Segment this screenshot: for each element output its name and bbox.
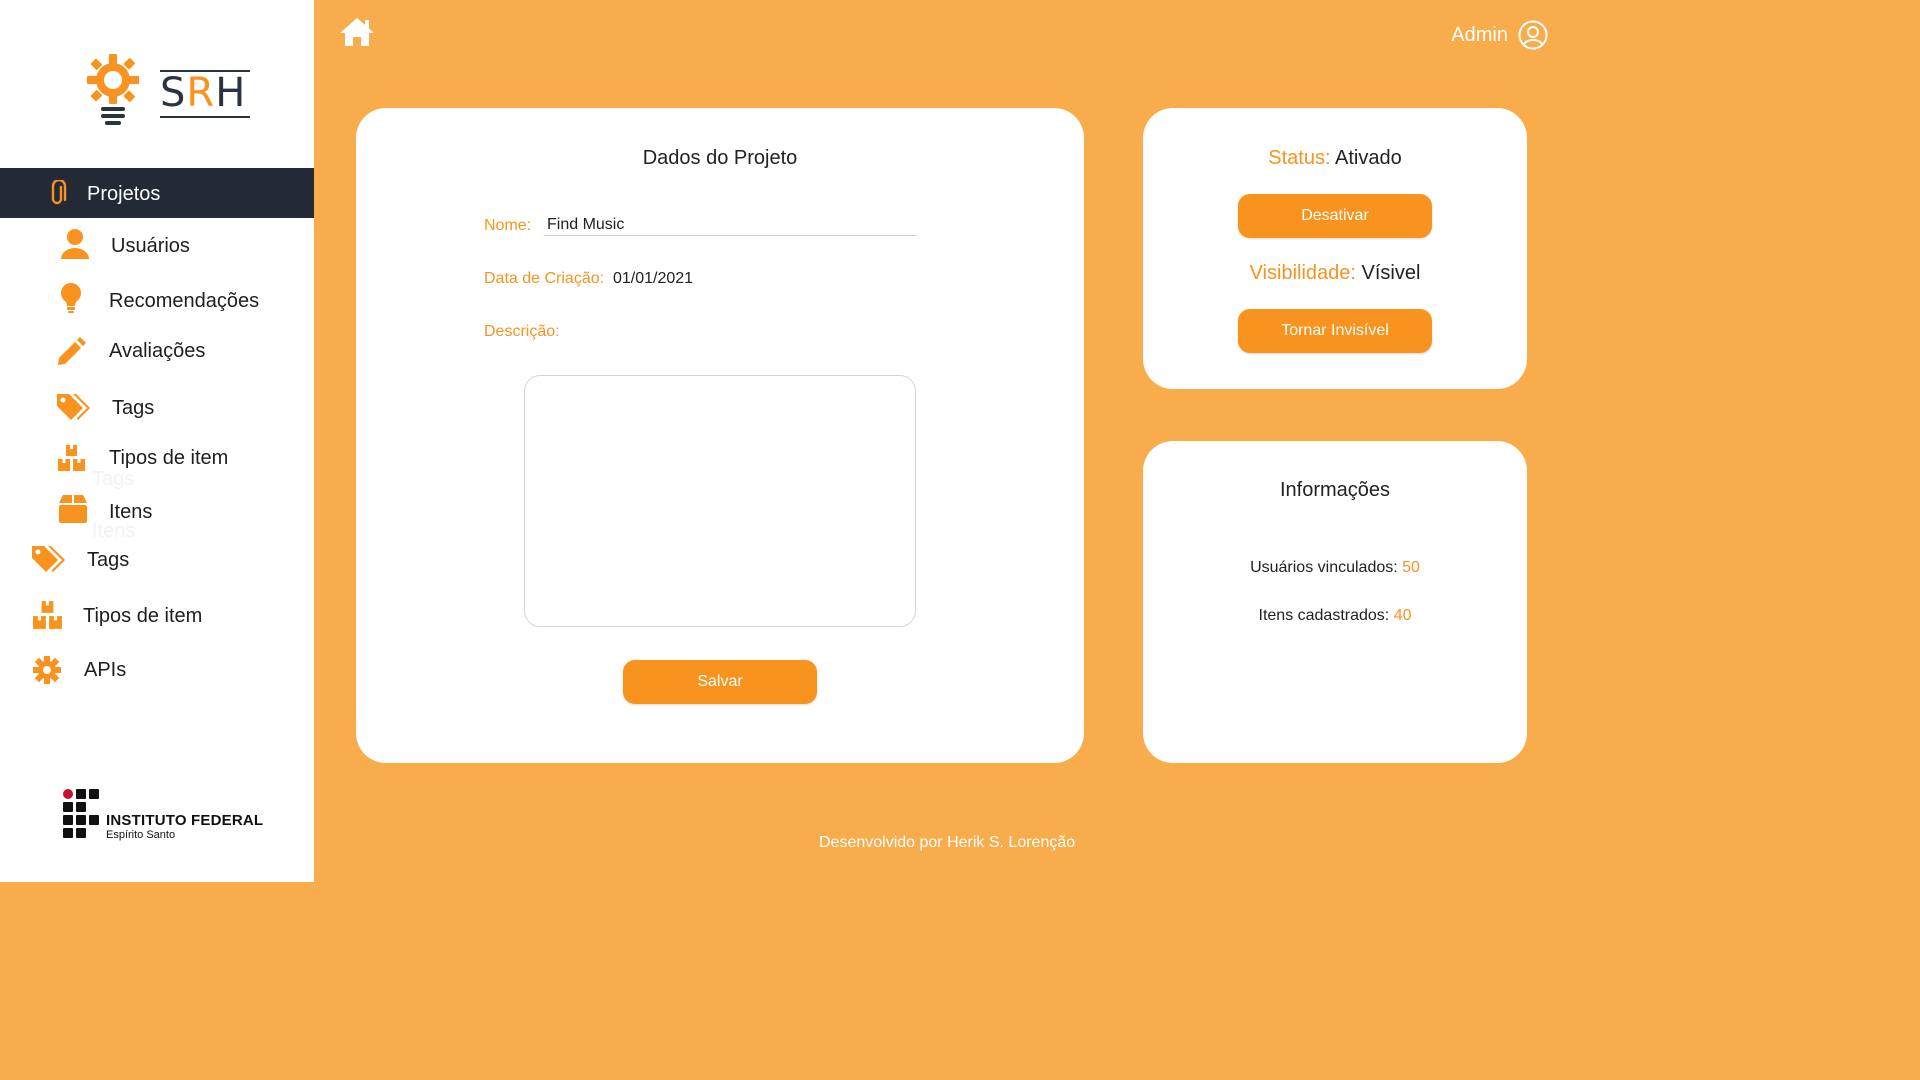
sidebar-item-label: Projetos [87,183,161,205]
lightbulb-icon [60,282,82,314]
visibility-value: Vísivel [1361,262,1421,284]
info-card-title: Informações [1279,479,1391,501]
ghost-text: Tags [92,468,135,490]
paperclip-icon [48,180,68,208]
name-label: Nome: [484,217,532,234]
sidebar-item-label: APIs [84,659,127,681]
gear-icon [33,656,61,684]
items-registered-line: Itens cadastrados: 40 [1143,607,1527,625]
status-label: Status: [1268,147,1331,169]
project-card-title: Dados do Projeto [642,147,798,169]
gear-bulb-icon [87,54,139,125]
users-linked-value: 50 [1402,559,1420,576]
status-line: Status: Ativado [1143,147,1527,170]
sidebar-item-label: Tags [87,549,130,571]
sidebar-item-label: Tipos de item [109,447,229,469]
home-button[interactable] [338,16,376,53]
users-linked-line: Usuários vinculados: 50 [1143,559,1527,577]
footer-credits: Desenvolvido por Herik S. Lorenção [819,834,1076,851]
description-label: Descrição: [484,323,560,340]
user-menu[interactable]: Admin [1451,20,1548,50]
save-button[interactable]: Salvar [623,660,817,704]
app-logo: SRH [84,52,251,132]
box-icon [57,493,89,525]
sidebar: SRH Tags Itens Projetos Usuários Recomen… [0,0,314,882]
sidebar-item-projetos[interactable]: Projetos [0,168,314,218]
sidebar-item-label: Itens [109,501,153,523]
institution-sub: Espírito Santo [106,829,176,841]
info-card: Informações Usuários vinculados: 50 Iten… [1143,441,1527,763]
visibility-label: Visibilidade: [1249,262,1356,284]
sidebar-item-label: Recomendações [109,290,260,312]
sidebar-item-label: Usuários [111,235,190,257]
deactivate-button[interactable]: Desativar [1238,194,1432,238]
sidebar-item-label: Tipos de item [83,605,203,627]
visibility-line: Visibilidade: Vísivel [1143,262,1527,285]
description-textarea[interactable] [524,375,916,627]
boxes-icon [57,444,87,472]
boxes-icon [31,600,65,630]
tag-icon [55,392,91,422]
date-value: 01/01/2021 [613,270,694,287]
status-card: Status: Ativado Desativar Visibilidade: … [1143,108,1527,389]
user-circle-icon [1518,20,1548,50]
sidebar-item-label: Tags [112,397,155,419]
institution-logo-icon [63,789,99,838]
project-name-input[interactable] [544,214,917,236]
sidebar-item-label: Avaliações [109,340,206,362]
tag-icon [30,544,66,574]
status-value: Ativado [1335,147,1402,169]
make-invisible-button[interactable]: Tornar Invisível [1238,309,1432,353]
project-card: Dados do Projeto Nome: Data de Criação: … [356,108,1084,763]
pencil-icon [55,336,87,368]
institution-name: INSTITUTO FEDERAL [106,812,264,829]
app-logo-text: SRH [160,70,251,118]
user-icon [60,228,90,260]
user-name: Admin [1451,23,1508,46]
home-icon [340,18,374,46]
items-registered-label: Itens cadastrados: [1258,607,1390,624]
date-label: Data de Criação: [484,270,605,287]
items-registered-value: 40 [1393,607,1412,624]
users-linked-label: Usuários vinculados: [1250,559,1398,576]
